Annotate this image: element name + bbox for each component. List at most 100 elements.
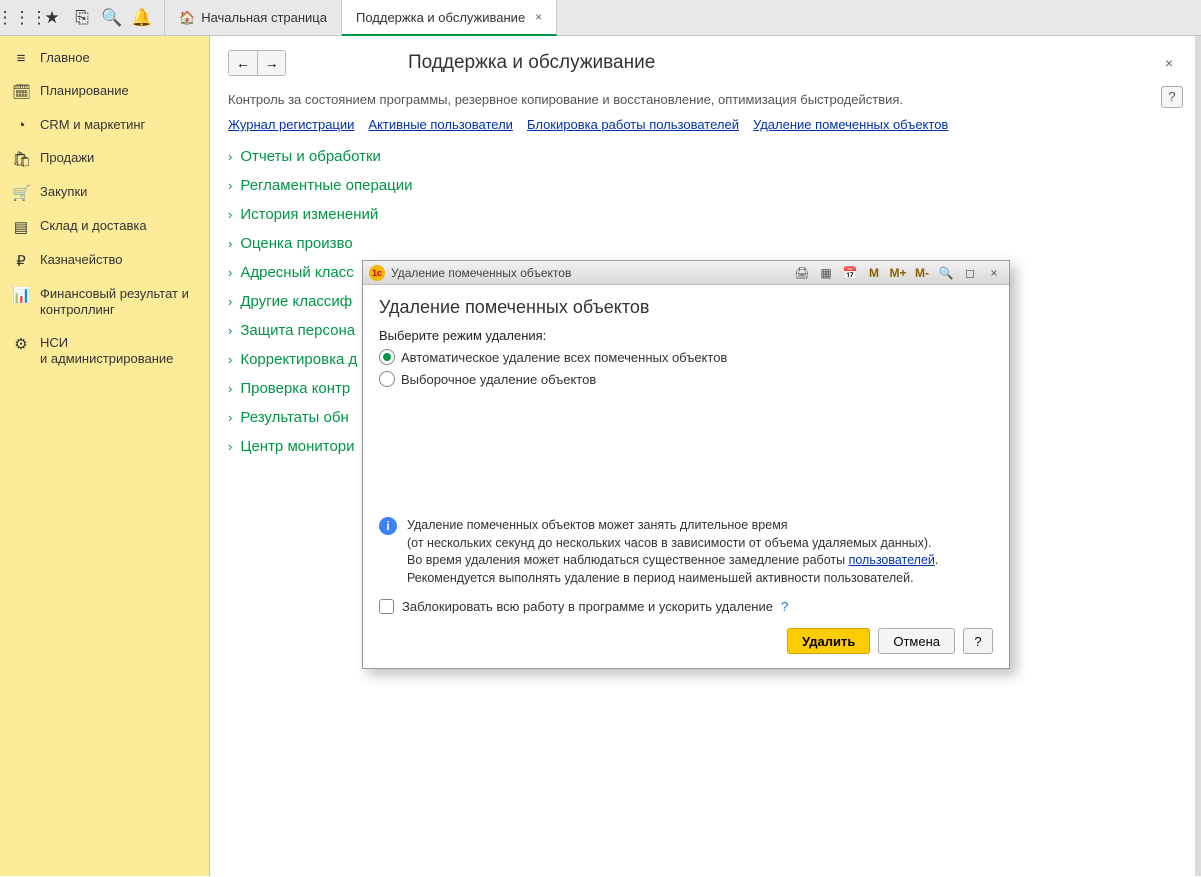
grid-icon[interactable]: ▦ <box>817 265 835 281</box>
tree-item[interactable]: ›Регламентные операции <box>228 171 1183 200</box>
tree-item-label: История изменений <box>240 206 378 223</box>
tree-item-label: Результаты обн <box>240 409 348 426</box>
tabs: 🏠 Начальная страница Поддержка и обслужи… <box>165 0 557 35</box>
sidebar-crm[interactable]: ◔CRM и маркетинг <box>0 109 209 142</box>
tree-item-label: Центр монитори <box>240 438 354 455</box>
sidebar-icon: 📊 <box>12 286 30 304</box>
sidebar-icon: 🛍 <box>12 150 30 168</box>
page-title: Поддержка и обслуживание <box>408 52 655 74</box>
checkbox-help-icon[interactable]: ? <box>781 599 788 614</box>
dialog-help-button[interactable]: ? <box>963 628 993 654</box>
sidebar-icon: ≡ <box>12 50 30 67</box>
info-panel: i Удаление помеченных объектов может зан… <box>379 517 993 587</box>
sidebar: ≡ Главное 🗓Планирование◔CRM и маркетинг 🛍 Пр… <box>0 36 210 876</box>
print-icon[interactable]: 🖨 <box>793 265 811 281</box>
info-line3a: Во время удаления может наблюдаться суще… <box>407 553 849 567</box>
cancel-button[interactable]: Отмена <box>878 628 955 654</box>
dialog-close-button[interactable]: × <box>985 265 1003 281</box>
vertical-splitter[interactable] <box>1195 36 1201 876</box>
chevron-right-icon: › <box>228 352 232 367</box>
tree-item-label: Другие классиф <box>240 293 352 310</box>
bell-icon[interactable]: 🔔 <box>130 6 154 30</box>
sidebar-item-label: CRM и маркетинг <box>40 117 145 133</box>
sidebar-treasury[interactable]: ₽ Казначейство <box>0 244 209 278</box>
sidebar-icon: 🛒 <box>12 184 30 202</box>
quick-link[interactable]: Удаление помеченных объектов <box>753 117 948 132</box>
tree-item[interactable]: ›Оценка произво <box>228 229 1183 258</box>
delete-marked-objects-dialog: 1c Удаление помеченных объектов 🖨 ▦ 📅 M … <box>362 260 1010 669</box>
apps-icon[interactable]: ⋮⋮⋮ <box>10 6 34 30</box>
info-icon: i <box>379 517 397 535</box>
tab-support[interactable]: Поддержка и обслуживание × <box>342 0 557 36</box>
info-line4: Рекомендуется выполнять удаление в перио… <box>407 571 914 585</box>
calendar-icon[interactable]: 📅 <box>841 265 859 281</box>
dialog-window-title: Удаление помеченных объектов <box>391 266 571 280</box>
sidebar-sales[interactable]: 🛍 Продажи <box>0 142 209 176</box>
nav-back-button[interactable]: ← <box>229 51 257 75</box>
search-icon[interactable]: 🔍 <box>100 6 124 30</box>
radio-selective-delete[interactable]: Выборочное удаление объектов <box>379 371 993 387</box>
tree-item[interactable]: › История изменений <box>228 200 1183 229</box>
sidebar-item-label: Закупки <box>40 184 87 200</box>
sidebar-item-label: Продажи <box>40 150 94 166</box>
help-button[interactable]: ? <box>1161 86 1183 108</box>
tab-home[interactable]: 🏠 Начальная страница <box>165 0 342 35</box>
sidebar-warehouse[interactable]: ▤Склад и доставка <box>0 210 209 244</box>
quick-link[interactable]: Блокировка работы пользователей <box>527 117 739 132</box>
chevron-right-icon: › <box>228 323 232 338</box>
delete-button[interactable]: Удалить <box>787 628 870 654</box>
tree-item-label: Регламентные операции <box>240 177 412 194</box>
sidebar-purchases[interactable]: 🛒 Закупки <box>0 176 209 210</box>
maximize-icon[interactable]: ◻ <box>961 265 979 281</box>
toolbar-icons: ⋮⋮⋮ ★ ⎘ 🔍 🔔 <box>0 0 165 35</box>
sidebar-icon: 🗓 <box>12 83 30 101</box>
chevron-right-icon: › <box>228 410 232 425</box>
sidebar-icon: ₽ <box>12 252 30 270</box>
quick-links: Журнал регистрации Активные пользователи Б… <box>210 113 1201 142</box>
chevron-right-icon: › <box>228 149 232 164</box>
info-line2: (от нескольких секунд до нескольких часо… <box>407 536 931 550</box>
tree-item-label: Корректировка д <box>240 351 357 368</box>
close-icon[interactable]: × <box>535 10 542 24</box>
memory-button[interactable]: M <box>865 265 883 281</box>
sidebar-item-label: Казначейство <box>40 252 122 268</box>
info-line3b: . <box>935 553 938 567</box>
page-close-button[interactable]: × <box>1165 55 1173 71</box>
sidebar-item-label: НСИ и администрирование <box>40 335 173 368</box>
zoom-icon[interactable]: 🔍 <box>937 265 955 281</box>
dialog-titlebar[interactable]: 1c Удаление помеченных объектов 🖨 ▦ 📅 M … <box>363 261 1009 285</box>
sidebar-finance[interactable]: 📊 Финансовый результат и контроллинг <box>0 278 209 327</box>
sidebar-item-label: Финансовый результат и контроллинг <box>40 286 197 319</box>
block-work-checkbox-row[interactable]: Заблокировать всю работу в программе и у… <box>379 599 993 614</box>
block-work-label: Заблокировать всю работу в программе и у… <box>402 599 773 614</box>
sidebar-icon: ▤ <box>12 218 30 236</box>
home-icon: 🏠 <box>179 10 195 26</box>
sidebar-planning[interactable]: 🗓Планирование <box>0 75 209 109</box>
file-icon[interactable]: ⎘ <box>70 6 94 30</box>
sidebar-admin[interactable]: ⚙ НСИ и администрирование <box>0 327 209 376</box>
memory-plus-button[interactable]: M+ <box>889 265 907 281</box>
quick-link[interactable]: Журнал регистрации <box>228 117 354 132</box>
tree-item-label: Адресный класс <box>240 264 353 281</box>
tree-item[interactable]: ›Отчеты и обработки <box>228 142 1183 171</box>
chevron-right-icon: › <box>228 207 232 222</box>
memory-minus-button[interactable]: M- <box>913 265 931 281</box>
radio-icon <box>379 349 395 365</box>
app-logo-icon: 1c <box>369 265 385 281</box>
app-toolbar: ⋮⋮⋮ ★ ⎘ 🔍 🔔 🏠 Начальная страница Поддерж… <box>0 0 1201 36</box>
info-line1: Удаление помеченных объектов может занят… <box>407 518 788 532</box>
sidebar-icon: ⚙ <box>12 335 30 353</box>
quick-link[interactable]: Активные пользователи <box>368 117 513 132</box>
radio-icon <box>379 371 395 387</box>
radio-auto-label: Автоматическое удаление всех помеченных … <box>401 350 727 365</box>
tree-item-label: Проверка контр <box>240 380 350 397</box>
checkbox-icon <box>379 599 394 614</box>
dialog-heading: Удаление помеченных объектов <box>379 297 993 318</box>
sidebar-item-label: Главное <box>40 50 90 66</box>
tab-support-label: Поддержка и обслуживание <box>356 10 525 25</box>
users-link[interactable]: пользователей <box>849 553 935 567</box>
star-icon[interactable]: ★ <box>40 6 64 30</box>
sidebar-main[interactable]: ≡ Главное <box>0 42 209 75</box>
nav-forward-button[interactable]: → <box>257 51 285 75</box>
radio-auto-delete[interactable]: Автоматическое удаление всех помеченных … <box>379 349 993 365</box>
